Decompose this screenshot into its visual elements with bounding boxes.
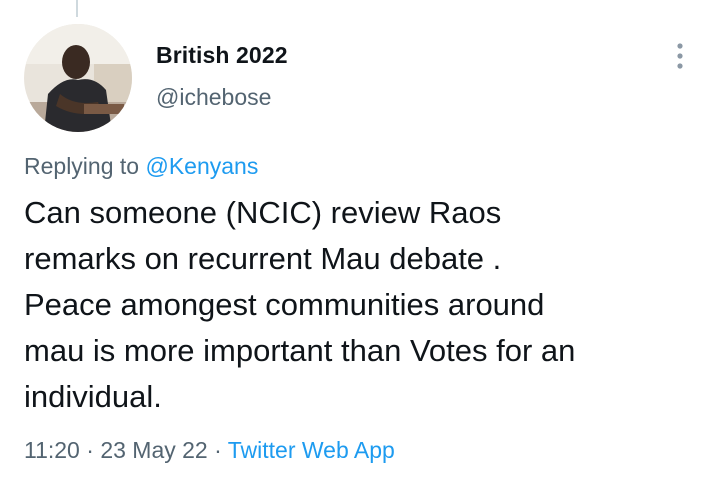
reply-mention-link[interactable]: @Kenyans	[145, 153, 258, 179]
tweet-meta: 11:20 · 23 May 22 · Twitter Web App	[24, 437, 395, 464]
thread-connector-line	[76, 0, 78, 17]
more-options-button[interactable]	[666, 38, 694, 74]
avatar-photo	[24, 24, 132, 132]
display-name[interactable]: British 2022	[156, 42, 288, 69]
meta-separator: ·	[207, 437, 228, 463]
user-handle[interactable]: @ichebose	[156, 84, 271, 111]
tweet-text: Can someone (NCIC) review Raos remarks o…	[24, 195, 576, 414]
tweet-time[interactable]: 11:20	[24, 437, 80, 463]
replying-to-line: Replying to @Kenyans	[24, 153, 258, 180]
more-vertical-icon	[677, 43, 683, 69]
replying-to-label: Replying to	[24, 153, 146, 179]
meta-separator: ·	[79, 437, 101, 463]
tweet-date[interactable]: 23 May 22	[100, 437, 207, 463]
tweet-source-link[interactable]: Twitter Web App	[228, 437, 395, 463]
avatar[interactable]	[24, 24, 132, 132]
